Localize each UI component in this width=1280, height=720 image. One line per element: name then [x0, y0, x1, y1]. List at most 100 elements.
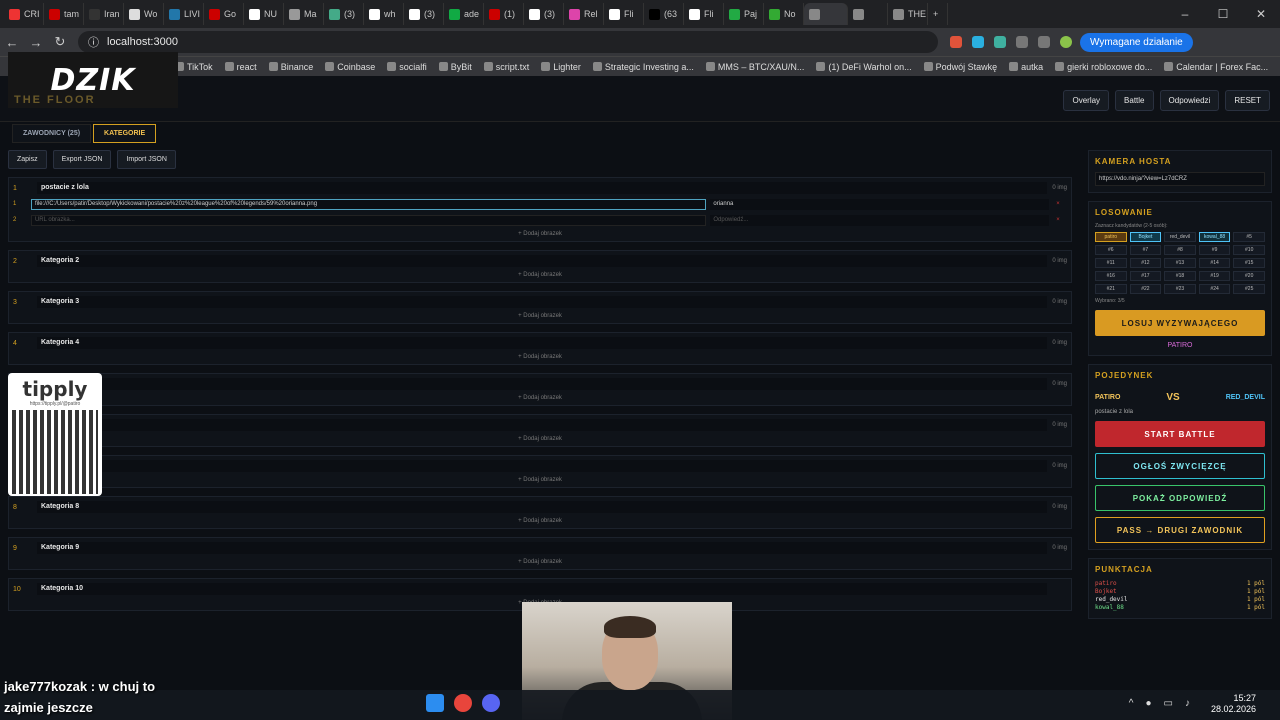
candidate-cell[interactable]: #12 — [1129, 258, 1162, 268]
candidate-cell[interactable]: #24 — [1198, 284, 1231, 294]
browser-tab[interactable]: Wo — [124, 3, 164, 25]
candidate-cell[interactable]: #25 — [1233, 284, 1265, 294]
browser-tab[interactable]: Go — [204, 3, 244, 25]
browser-tab[interactable]: LIVI — [164, 3, 204, 25]
save-button[interactable]: Zapisz — [8, 150, 47, 169]
add-image-button[interactable]: + Dodaj obrazek — [13, 436, 1067, 442]
pass-button[interactable]: PASS → DRUGI ZAWODNIK — [1095, 517, 1265, 543]
image-url-field[interactable]: file:///C:/Users/patir/Desktop/Wykickowa… — [30, 198, 707, 210]
volume-icon[interactable]: ♪ — [1185, 698, 1190, 709]
bookmark-item[interactable]: (1) DeFi Warhol on... — [816, 62, 912, 72]
candidate-cell[interactable]: #17 — [1129, 271, 1162, 281]
bookmark-item[interactable]: gierki robloxowe do... — [1055, 62, 1152, 72]
required-action-button[interactable]: Wymagane działanie — [1080, 32, 1193, 52]
add-image-button[interactable]: + Dodaj obrazek — [13, 272, 1067, 278]
candidate-cell[interactable]: #5 — [1233, 232, 1265, 242]
category-name-field[interactable]: Kategoria 9 — [37, 542, 1047, 554]
add-image-button[interactable]: + Dodaj obrazek — [13, 518, 1067, 524]
site-info-icon[interactable]: ⓘ — [88, 34, 99, 50]
bookmark-item[interactable]: autka — [1009, 62, 1043, 72]
candidate-cell[interactable]: #22 — [1129, 284, 1162, 294]
reload-icon[interactable]: ↻ — [48, 34, 72, 50]
overlay-button[interactable]: Overlay — [1063, 90, 1110, 111]
candidate-cell[interactable]: #23 — [1164, 284, 1196, 294]
browser-tab[interactable]: wh — [364, 3, 404, 25]
import-json-button[interactable]: Import JSON — [117, 150, 176, 169]
browser-tab[interactable]: Paj — [724, 3, 764, 25]
bookmark-item[interactable]: Lighter — [541, 62, 581, 72]
tab-players[interactable]: ZAWODNICY (25) — [12, 124, 92, 143]
discord-icon[interactable] — [482, 694, 500, 712]
bookmark-item[interactable]: MMS – BTC/XAU/N... — [705, 62, 804, 72]
close-icon[interactable]: ✕ — [1242, 0, 1280, 28]
browser-tab[interactable]: (3) — [404, 3, 444, 25]
candidate-cell[interactable]: #9 — [1198, 245, 1231, 255]
browser-tab[interactable]: tam — [44, 3, 84, 25]
start-battle-button[interactable]: START BATTLE — [1095, 421, 1265, 447]
candidate-cell[interactable]: #10 — [1233, 245, 1265, 255]
browser-tab[interactable]: Ma — [284, 3, 324, 25]
forward-icon[interactable]: → — [24, 35, 48, 50]
delete-row-icon[interactable]: × — [1049, 201, 1067, 207]
system-clock[interactable]: 15:27 28.02.2026 — [1211, 693, 1256, 715]
browser-tab[interactable] — [848, 3, 888, 25]
candidate-cell[interactable]: #7 — [1129, 245, 1162, 255]
candidate-cell[interactable]: red_devil — [1164, 232, 1196, 242]
export-json-button[interactable]: Export JSON — [52, 150, 112, 169]
category-name-field[interactable]: Kategoria 10 — [37, 583, 1047, 595]
new-tab-button[interactable]: + — [928, 3, 948, 25]
chrome-icon[interactable] — [454, 694, 472, 712]
add-image-button[interactable]: + Dodaj obrazek — [13, 395, 1067, 401]
back-icon[interactable]: ← — [0, 35, 24, 50]
add-image-button[interactable]: + Dodaj obrazek — [13, 354, 1067, 360]
candidate-cell[interactable]: #15 — [1233, 258, 1265, 268]
browser-tab[interactable]: (1) — [484, 3, 524, 25]
extension-icon[interactable] — [950, 36, 962, 48]
candidate-cell[interactable]: #16 — [1095, 271, 1127, 281]
browser-tab[interactable]: Fli — [684, 3, 724, 25]
browser-tab[interactable]: NU — [244, 3, 284, 25]
category-name-field[interactable]: Kategoria 3 — [37, 296, 1047, 308]
bookmark-item[interactable]: socialfi — [387, 62, 427, 72]
announce-winner-button[interactable]: OGŁOŚ ZWYCIĘZCĘ — [1095, 453, 1265, 479]
add-image-button[interactable]: + Dodaj obrazek — [13, 559, 1067, 565]
candidate-cell[interactable]: #8 — [1164, 245, 1196, 255]
category-name-field[interactable] — [37, 378, 1047, 390]
browser-tab[interactable]: THE — [888, 3, 928, 25]
answer-field[interactable]: Odpowiedź... — [710, 214, 1050, 226]
category-name-field[interactable]: Kategoria 7 — [37, 460, 1047, 472]
browser-tab[interactable]: (63 — [644, 3, 684, 25]
bookmark-item[interactable]: Calendar | Forex Fac... — [1164, 62, 1268, 72]
candidate-cell[interactable]: kowal_88 — [1198, 232, 1231, 242]
show-answer-button[interactable]: POKAŻ ODPOWIEDŹ — [1095, 485, 1265, 511]
minimize-icon[interactable]: – — [1166, 0, 1204, 28]
avatar[interactable] — [1060, 36, 1072, 48]
candidate-cell[interactable]: Bojket — [1129, 232, 1162, 242]
bookmark-item[interactable]: Podwój Stawkę — [923, 62, 997, 72]
bookmark-item[interactable]: script.txt — [483, 62, 529, 72]
candidate-cell[interactable]: #14 — [1198, 258, 1231, 268]
candidate-cell[interactable]: #18 — [1164, 271, 1196, 281]
browser-tab[interactable]: (3) — [324, 3, 364, 25]
bookmark-item[interactable]: Coinbase — [325, 62, 375, 72]
candidate-cell[interactable]: #20 — [1233, 271, 1265, 281]
answers-button[interactable]: Odpowiedzi — [1159, 90, 1220, 111]
browser-tab[interactable]: CRI — [4, 3, 44, 25]
maximize-icon[interactable]: ☐ — [1204, 0, 1242, 28]
image-url-field[interactable]: URL obrazka... — [30, 214, 707, 226]
microphone-icon[interactable]: ● — [1146, 698, 1152, 709]
extension-icon[interactable] — [972, 36, 984, 48]
camera-url-field[interactable]: https://vdo.ninja/?view=Lz7dCRZ — [1095, 172, 1265, 186]
windows-icon[interactable] — [426, 694, 444, 712]
add-image-button[interactable]: + Dodaj obrazek — [13, 313, 1067, 319]
network-icon[interactable]: ▭ — [1164, 698, 1173, 709]
candidate-cell[interactable]: #19 — [1198, 271, 1231, 281]
browser-tab[interactable]: ade — [444, 3, 484, 25]
browser-tab[interactable]: Iran — [84, 3, 124, 25]
puzzle-icon[interactable] — [1016, 36, 1028, 48]
bookmark-item[interactable]: Binance — [268, 62, 313, 72]
candidate-cell[interactable]: #21 — [1095, 284, 1127, 294]
draw-challenger-button[interactable]: LOSUJ WYZYWAJĄCEGO — [1095, 310, 1265, 336]
browser-tab[interactable]: Fli — [604, 3, 644, 25]
bookmark-item[interactable]: ByBit — [438, 62, 472, 72]
